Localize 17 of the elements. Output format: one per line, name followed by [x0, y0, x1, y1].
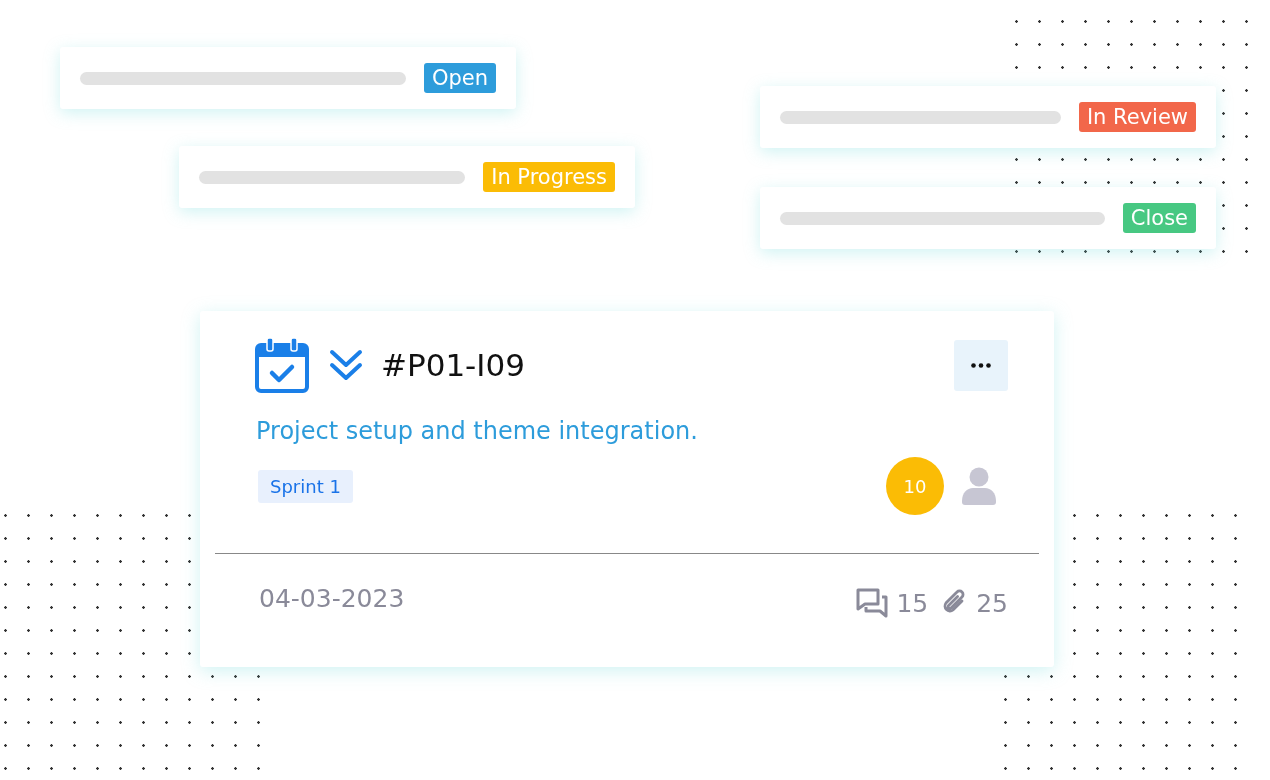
status-badge: Close [1122, 203, 1196, 233]
task-title: Project setup and theme integration. [256, 417, 699, 445]
double-chevron-down-icon [329, 349, 363, 381]
issue-id: #P01-I09 [381, 347, 525, 383]
more-button[interactable] [954, 340, 1008, 391]
status-badge: In Progress [483, 162, 615, 192]
more-icon [971, 363, 991, 368]
calendar-check-icon [255, 337, 309, 393]
due-date: 04-03-2023 [259, 583, 405, 613]
user-icon [962, 467, 996, 505]
status-badge: Open [423, 63, 496, 93]
comments-icon [856, 588, 889, 618]
comment-count: 15 [896, 588, 929, 618]
sprint-tag: Sprint 1 [258, 469, 353, 503]
status-badge: In Review [1078, 102, 1196, 132]
attachment-count: 25 [976, 588, 1008, 618]
points-badge: 10 [886, 457, 944, 515]
